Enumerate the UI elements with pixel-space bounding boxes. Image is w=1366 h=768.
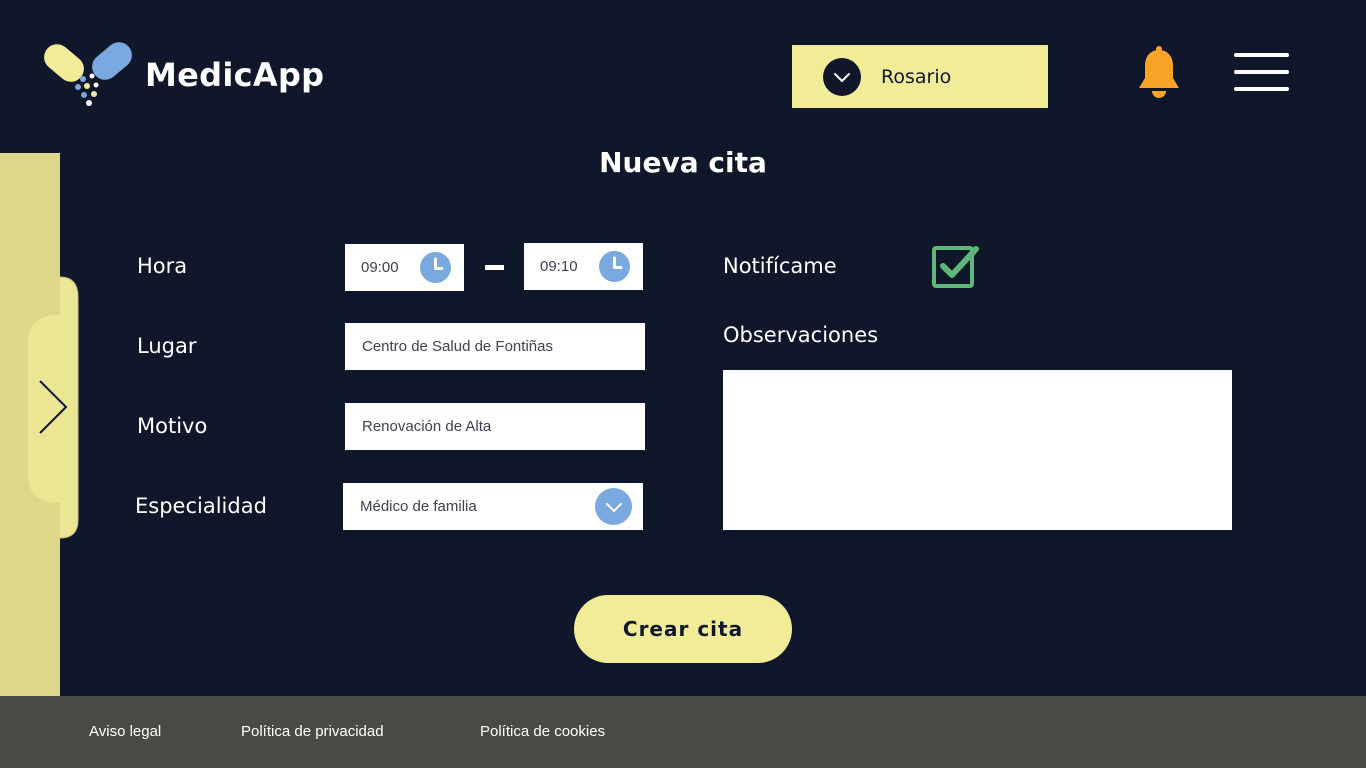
chevron-down-icon <box>823 57 861 96</box>
clock-icon[interactable] <box>599 251 630 282</box>
especialidad-label: Especialidad <box>135 494 267 518</box>
brand-name: MedicApp <box>145 56 325 94</box>
footer-link-aviso-legal[interactable]: Aviso legal <box>89 723 161 740</box>
time-range-separator <box>485 265 504 270</box>
especialidad-select[interactable]: Médico de familia <box>343 483 643 530</box>
hora-label: Hora <box>137 254 188 278</box>
notify-checkbox[interactable] <box>932 244 980 290</box>
motivo-value: Renovación de Alta <box>362 418 492 435</box>
page-title: Nueva cita <box>599 146 767 179</box>
chevron-down-icon[interactable] <box>595 488 632 525</box>
lugar-input[interactable]: Centro de Salud de Fontiñas <box>345 323 645 370</box>
clock-icon[interactable] <box>420 252 451 283</box>
user-selector[interactable]: Rosario <box>792 45 1048 108</box>
lugar-label: Lugar <box>137 334 197 358</box>
lugar-value: Centro de Salud de Fontiñas <box>362 338 553 355</box>
time-start-field[interactable]: 09:00 <box>345 244 464 291</box>
time-start-value: 09:00 <box>361 259 399 276</box>
create-appointment-button[interactable]: Crear cita <box>574 595 792 663</box>
time-end-field[interactable]: 09:10 <box>524 243 643 290</box>
footer-link-privacidad[interactable]: Política de privacidad <box>241 723 384 740</box>
user-name: Rosario <box>881 65 952 88</box>
observaciones-label: Observaciones <box>723 323 879 347</box>
notify-label: Notifícame <box>723 254 837 278</box>
motivo-input[interactable]: Renovación de Alta <box>345 403 645 450</box>
side-panel-toggle[interactable] <box>24 275 82 540</box>
observaciones-textarea[interactable] <box>723 370 1232 530</box>
especialidad-value: Médico de familia <box>360 498 477 515</box>
time-end-value: 09:10 <box>540 258 578 275</box>
footer-link-cookies[interactable]: Política de cookies <box>480 723 605 740</box>
footer <box>0 696 1366 768</box>
motivo-label: Motivo <box>137 414 208 438</box>
bell-icon[interactable] <box>1136 46 1182 100</box>
menu-icon[interactable] <box>1234 53 1290 93</box>
logo-icon[interactable] <box>44 40 134 108</box>
